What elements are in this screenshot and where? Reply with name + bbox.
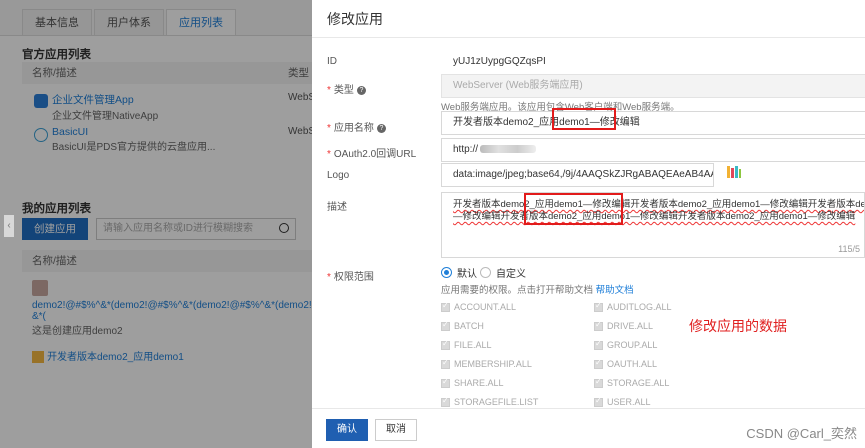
scope-default-radio[interactable]: 默认: [441, 265, 477, 280]
redacted-text: [480, 145, 537, 154]
perm-checkbox: ACCOUNT.ALL: [441, 301, 516, 312]
id-label: ID: [327, 56, 337, 67]
name-label: * 应用名称?: [327, 119, 386, 134]
scope-label: * 权限范围: [327, 272, 374, 283]
logo-label: Logo: [327, 170, 350, 181]
scope-hint: 应用需要的权限。点击打开帮助文档 帮助文档: [441, 285, 634, 296]
description-textarea[interactable]: 开发者版本demo2_应用demo1—修改编辑开发者版本demo2_应用demo…: [441, 192, 865, 258]
type-select: WebServer (Web服务端应用): [441, 74, 865, 98]
id-value: yUJ1zUypgGQZqsPI: [453, 56, 546, 67]
perm-checkbox: SHARE.ALL: [441, 377, 504, 388]
help-icon[interactable]: ?: [356, 85, 366, 95]
scope-custom-radio[interactable]: 自定义: [480, 265, 526, 280]
perm-checkbox: STORAGE.ALL: [594, 377, 669, 388]
oauth-url-input[interactable]: http://: [441, 138, 865, 162]
app-name-input[interactable]: 开发者版本demo2_应用demo1—修改编辑: [441, 111, 865, 135]
logo-preview-icon: [727, 166, 741, 178]
char-counter: 115/5: [838, 244, 860, 254]
highlight-box: [524, 193, 623, 225]
annotation-note: 修改应用的数据: [689, 318, 787, 334]
perm-checkbox: GROUP.ALL: [594, 339, 657, 350]
perm-checkbox: STORAGEFILE.LIST: [441, 396, 538, 407]
cancel-button[interactable]: 取消: [375, 419, 417, 441]
desc-label: 描述: [327, 202, 347, 213]
perm-checkbox: AUDITLOG.ALL: [594, 301, 672, 312]
edit-app-drawer: 修改应用 ID yUJ1zUypgGQZqsPI * 类型? WebServer …: [312, 0, 865, 448]
logo-input[interactable]: data:image/jpeg;base64,/9j/4AAQSkZJRgABA…: [441, 163, 714, 187]
drawer-title: 修改应用: [312, 0, 865, 38]
perm-checkbox: BATCH: [441, 320, 484, 331]
confirm-button[interactable]: 确认: [326, 419, 368, 441]
desc-line: —修改编辑开发者版本demo2_应用demo1—修改编辑开发者版本demo2_应…: [453, 211, 856, 222]
perm-checkbox: OAUTH.ALL: [594, 358, 657, 369]
type-label: * 类型?: [327, 81, 366, 96]
perm-checkbox: DRIVE.ALL: [594, 320, 653, 331]
oauth-label: * OAuth2.0回调URL: [327, 149, 417, 160]
perm-checkbox: USER.ALL: [594, 396, 651, 407]
help-icon[interactable]: ?: [376, 123, 386, 133]
desc-line: 开发者版本demo2_应用demo1—修改编辑开发者版本demo2_应用demo…: [453, 199, 865, 210]
watermark: CSDN @Carl_奕然: [746, 426, 857, 441]
chevron-left-icon[interactable]: ‹: [4, 215, 14, 237]
highlight-box: [552, 108, 616, 130]
help-doc-link[interactable]: 帮助文档: [596, 285, 634, 296]
modal-overlay[interactable]: [0, 0, 312, 448]
perm-checkbox: MEMBERSHIP.ALL: [441, 358, 532, 369]
perm-checkbox: FILE.ALL: [441, 339, 492, 350]
